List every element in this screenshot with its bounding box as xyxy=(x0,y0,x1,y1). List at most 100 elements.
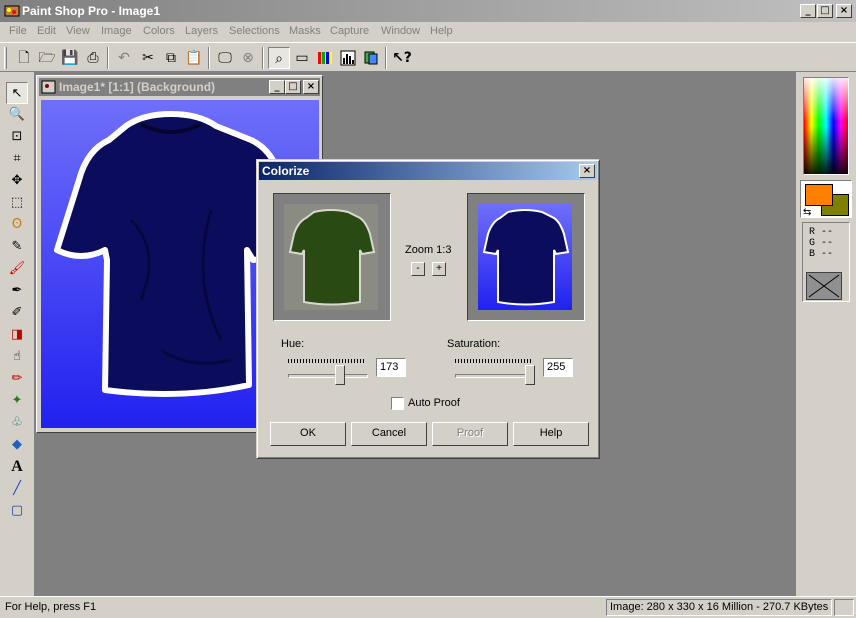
scratch-remover-tool-icon[interactable]: ☝ xyxy=(6,346,28,368)
arrow-tool-icon[interactable]: ↖ xyxy=(6,82,28,104)
airbrush-tool-icon[interactable]: ♧ xyxy=(6,412,28,434)
image-close-button[interactable]: × xyxy=(303,80,319,94)
status-extra-panel xyxy=(834,599,854,616)
print-icon[interactable]: ⎙ xyxy=(82,47,104,69)
menu-layers[interactable]: Layers xyxy=(185,25,218,37)
tool-options-icon[interactable]: ▭ xyxy=(291,47,313,69)
picture-tube-tool-icon[interactable]: ✦ xyxy=(6,390,28,412)
zoom-out-button[interactable]: - xyxy=(411,262,425,276)
color-replacer-tool-icon[interactable]: ✐ xyxy=(6,302,28,324)
ok-button[interactable]: OK xyxy=(270,422,346,446)
toolbar-separator xyxy=(208,47,210,69)
retouch-tool-icon[interactable]: ◨ xyxy=(6,324,28,346)
menu-window[interactable]: Window xyxy=(381,25,420,37)
color-palette-icon[interactable] xyxy=(314,47,336,69)
menu-image[interactable]: Image xyxy=(101,25,132,37)
crop-tool-icon[interactable]: ⌗ xyxy=(6,148,28,170)
swap-colors-icon[interactable]: ⇆ xyxy=(803,207,811,218)
green-readout: G -- xyxy=(809,238,834,249)
zoom-tool-icon[interactable]: 🔍 xyxy=(6,104,28,126)
layer-palette-icon[interactable] xyxy=(360,47,382,69)
paste-icon[interactable]: 📋 xyxy=(183,47,205,69)
color-spectrum-picker[interactable] xyxy=(803,77,849,175)
dialog-title: Colorize xyxy=(262,164,310,178)
tool-palette: ↖ 🔍 ⊡ ⌗ ✥ ⬚ ʘ ✎ 🖌 ✒ ✐ ◨ ☝ ✏ ✦ ♧ ◆ A ╱ ▢ xyxy=(0,72,34,596)
menu-capture[interactable]: Capture xyxy=(330,25,369,37)
menu-view[interactable]: View xyxy=(66,25,90,37)
menu-masks[interactable]: Masks xyxy=(289,25,321,37)
flood-fill-tool-icon[interactable]: ◆ xyxy=(6,434,28,456)
image-window-title-bar[interactable]: Image1* [1:1] (Background) _ □ × xyxy=(39,78,320,96)
before-preview-image xyxy=(284,204,378,310)
image-window-title: Image1* [1:1] (Background) xyxy=(59,80,216,94)
standard-toolbar: 🗋 🗁 💾 ⎙ ↶ ✂ ⧉ 📋 🖵 ⊗ ⌕ ▭ ↖? xyxy=(0,42,856,72)
maximize-button[interactable]: □ xyxy=(817,4,833,18)
save-icon[interactable]: 💾 xyxy=(59,47,81,69)
mover-tool-icon[interactable]: ✥ xyxy=(6,170,28,192)
app-title-bar: Paint Shop Pro - Image1 _ □ × xyxy=(0,0,856,22)
draw-tool-icon[interactable]: ╱ xyxy=(6,478,28,500)
saturation-label: Saturation: xyxy=(447,338,501,350)
context-help-icon[interactable]: ↖? xyxy=(391,47,413,69)
overview-icon[interactable]: ⌕ xyxy=(268,47,290,69)
saturation-ticks xyxy=(455,359,531,363)
toolbar-separator xyxy=(385,47,387,69)
browse-icon[interactable]: ⊗ xyxy=(237,47,259,69)
status-help-text: For Help, press F1 xyxy=(5,601,97,613)
selection-tool-icon[interactable]: ⬚ xyxy=(6,192,28,214)
transparent-color-icon[interactable] xyxy=(806,272,842,300)
hue-label: Hue: xyxy=(281,338,305,350)
undo-icon[interactable]: ↶ xyxy=(113,47,135,69)
close-button[interactable]: × xyxy=(836,4,852,18)
menu-help[interactable]: Help xyxy=(430,25,453,37)
open-icon[interactable]: 🗁 xyxy=(36,47,58,69)
image-maximize-button[interactable]: □ xyxy=(285,80,301,94)
new-icon[interactable]: 🗋 xyxy=(13,47,35,69)
menu-file[interactable]: File xyxy=(9,25,27,37)
image-minimize-button[interactable]: _ xyxy=(269,80,285,94)
saturation-slider-track[interactable] xyxy=(455,374,535,378)
deformation-tool-icon[interactable]: ⊡ xyxy=(6,126,28,148)
preset-shapes-tool-icon[interactable]: ▢ xyxy=(6,500,28,522)
auto-proof-checkbox[interactable] xyxy=(391,397,404,410)
image-document-icon xyxy=(41,80,56,94)
blue-readout: B -- xyxy=(809,249,834,260)
auto-proof-label[interactable]: Auto Proof xyxy=(408,397,460,409)
toolbar-grip[interactable] xyxy=(4,47,7,69)
dialog-title-bar[interactable]: Colorize × xyxy=(259,162,597,180)
zoom-label: Zoom 1:3 xyxy=(405,244,452,256)
eraser-tool-icon[interactable]: ✏ xyxy=(6,368,28,390)
cancel-button[interactable]: Cancel xyxy=(351,422,427,446)
zoom-in-button[interactable]: + xyxy=(432,262,446,276)
colorize-dialog[interactable]: Colorize × Zoom 1:3 - + Hue: 173 Saturat… xyxy=(256,159,600,459)
copy-icon[interactable]: ⧉ xyxy=(160,47,182,69)
menu-colors[interactable]: Colors xyxy=(143,25,175,37)
app-title: Paint Shop Pro - Image1 xyxy=(22,4,161,18)
minimize-button[interactable]: _ xyxy=(800,4,816,18)
color-swatches: ⇆ xyxy=(800,180,852,218)
menu-selections[interactable]: Selections xyxy=(229,25,280,37)
cut-icon[interactable]: ✂ xyxy=(137,47,159,69)
dialog-close-button[interactable]: × xyxy=(579,164,595,178)
hue-slider-track[interactable] xyxy=(288,374,368,378)
before-preview[interactable] xyxy=(273,193,391,321)
color-palette: ⇆ R -- G -- B -- xyxy=(796,72,856,596)
clone-tool-icon[interactable]: ✒ xyxy=(6,280,28,302)
saturation-value-field[interactable]: 255 xyxy=(543,358,573,377)
freehand-tool-icon[interactable]: ʘ xyxy=(6,214,28,236)
paintbrush-tool-icon[interactable]: 🖌 xyxy=(6,258,28,280)
histogram-icon[interactable] xyxy=(337,47,359,69)
paint-shop-pro-icon xyxy=(4,5,20,17)
proof-button[interactable]: Proof xyxy=(432,422,508,446)
toolbar-separator xyxy=(107,47,109,69)
hue-value-field[interactable]: 173 xyxy=(376,358,406,377)
menu-edit[interactable]: Edit xyxy=(37,25,56,37)
dropper-tool-icon[interactable]: ✎ xyxy=(6,236,28,258)
saturation-slider-thumb[interactable] xyxy=(525,365,535,385)
foreground-color-swatch[interactable] xyxy=(805,184,833,206)
after-preview[interactable] xyxy=(467,193,585,321)
hue-slider-thumb[interactable] xyxy=(335,365,346,385)
full-screen-preview-icon[interactable]: 🖵 xyxy=(214,47,236,69)
text-tool-icon[interactable]: A xyxy=(6,456,28,478)
help-button[interactable]: Help xyxy=(513,422,589,446)
